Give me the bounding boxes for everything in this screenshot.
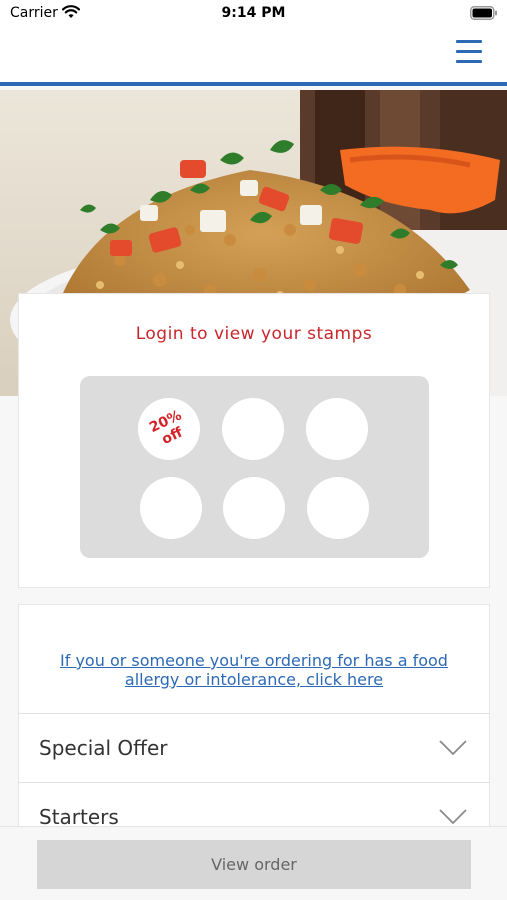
chevron-down-icon bbox=[439, 809, 467, 825]
chevron-down-icon bbox=[439, 740, 467, 756]
stamp-slot bbox=[306, 398, 368, 460]
hamburger-menu-icon[interactable] bbox=[456, 40, 482, 64]
stamp-card: Login to view your stamps 20% off bbox=[18, 293, 490, 588]
view-order-button[interactable]: View order bbox=[37, 840, 471, 889]
stamp-login-prompt[interactable]: Login to view your stamps bbox=[19, 324, 489, 344]
bottom-bar: View order bbox=[0, 826, 507, 900]
status-bar: Carrier 9:14 PM bbox=[0, 0, 507, 30]
allergy-card: If you or someone you're ordering for ha… bbox=[18, 604, 490, 714]
stamp-reward-label: 20% off bbox=[128, 388, 210, 470]
stamp-slot-reward: 20% off bbox=[138, 398, 200, 460]
stamp-slot bbox=[307, 477, 369, 539]
stamp-slot bbox=[223, 477, 285, 539]
menu-section-label: Special Offer bbox=[39, 736, 168, 760]
stamp-slot bbox=[140, 477, 202, 539]
stamp-slot bbox=[222, 398, 284, 460]
menu-section-special-offer[interactable]: Special Offer bbox=[18, 713, 490, 783]
battery-icon bbox=[470, 6, 497, 20]
top-nav-bar bbox=[0, 30, 507, 86]
stamp-grid: 20% off bbox=[80, 376, 429, 558]
status-time: 9:14 PM bbox=[221, 5, 286, 21]
allergy-info-link[interactable]: If you or someone you're ordering for ha… bbox=[39, 651, 469, 689]
